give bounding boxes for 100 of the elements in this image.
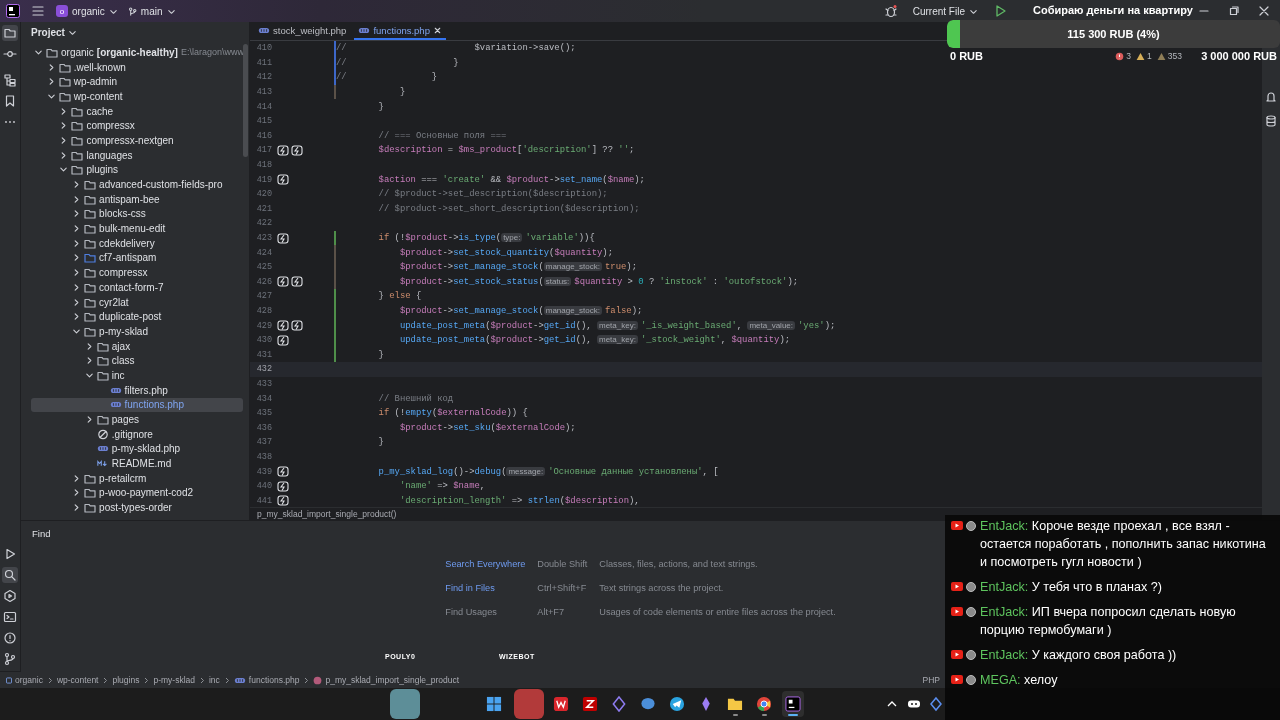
- tree-item[interactable]: languages: [31, 147, 243, 163]
- chevron-right-icon[interactable]: [72, 253, 82, 263]
- tree-item[interactable]: pages: [31, 412, 243, 427]
- tree-item[interactable]: class: [31, 353, 243, 369]
- git-icon[interactable]: [2, 651, 18, 667]
- bolt-icon[interactable]: [277, 495, 289, 507]
- chevron-right-icon[interactable]: [72, 488, 82, 498]
- project-selector[interactable]: o organic: [56, 5, 118, 17]
- change-marker[interactable]: [334, 70, 336, 85]
- services-icon[interactable]: [2, 588, 18, 604]
- chevron-right-icon[interactable]: [72, 503, 82, 513]
- tree-item[interactable]: bulk-menu-edit: [31, 221, 243, 236]
- chevron-right-icon[interactable]: [72, 180, 82, 190]
- taskbar-app[interactable]: [782, 691, 804, 717]
- breadcrumb-item[interactable]: inc: [209, 675, 220, 685]
- breadcrumb-item[interactable]: organic: [6, 675, 43, 685]
- chevron-right-icon[interactable]: [59, 135, 69, 145]
- tree-item[interactable]: ajax: [31, 338, 243, 354]
- chevron-right-icon[interactable]: [72, 238, 82, 248]
- tree-item[interactable]: advanced-custom-fields-pro: [31, 177, 243, 192]
- change-marker[interactable]: [334, 274, 336, 290]
- tree-item[interactable]: filters.php: [31, 382, 243, 398]
- chevron-right-icon[interactable]: [72, 473, 82, 483]
- tree-item[interactable]: .gitignore: [31, 426, 243, 442]
- problems-icon[interactable]: [2, 630, 18, 646]
- change-marker[interactable]: [334, 318, 336, 333]
- file-language[interactable]: PHP: [922, 675, 940, 685]
- action-link[interactable]: Find in Files: [445, 583, 538, 593]
- bolt-icon[interactable]: [277, 466, 289, 477]
- tree-item[interactable]: antispam-bee: [31, 191, 243, 207]
- chevron-right-icon[interactable]: [59, 150, 69, 160]
- tree-item[interactable]: duplicate-post: [31, 309, 243, 325]
- action-link[interactable]: Search Everywhere: [445, 559, 538, 569]
- tree-item[interactable]: cf7-antispam: [31, 250, 243, 266]
- chevron-right-icon[interactable]: [59, 106, 69, 116]
- change-marker[interactable]: [334, 41, 336, 56]
- breadcrumb-item[interactable]: p-my-sklad: [153, 675, 195, 685]
- chevron-right-icon[interactable]: [59, 121, 69, 131]
- breadcrumb-item[interactable]: plugins: [112, 675, 140, 685]
- bolt-icon[interactable]: [277, 144, 289, 156]
- tree-item[interactable]: cache: [31, 103, 243, 119]
- tree-item[interactable]: cdekdelivery: [31, 235, 243, 251]
- tree-item[interactable]: inc: [31, 368, 243, 383]
- chevron-right-icon[interactable]: [72, 268, 82, 278]
- chevron-down-icon[interactable]: [59, 165, 69, 175]
- change-marker[interactable]: [334, 230, 336, 246]
- tree-item[interactable]: .well-known: [31, 59, 243, 75]
- bolt-icon[interactable]: [291, 276, 303, 288]
- tree-item[interactable]: compressx: [31, 265, 243, 280]
- bolt-icon[interactable]: [291, 144, 303, 156]
- close-icon[interactable]: [432, 25, 442, 35]
- run-configuration-selector[interactable]: Current File: [912, 5, 978, 17]
- tree-item[interactable]: README.md: [31, 456, 243, 471]
- chevron-right-icon[interactable]: [72, 224, 82, 234]
- tree-item[interactable]: functions.php: [31, 397, 243, 413]
- tree-item[interactable]: plugins: [31, 162, 243, 178]
- chevron-right-icon[interactable]: [72, 312, 82, 322]
- file-tab[interactable]: stock_weight.php: [254, 22, 351, 40]
- breadcrumb-item[interactable]: p_my_sklad_import_single_product: [313, 675, 460, 685]
- bolt-icon[interactable]: [277, 276, 289, 288]
- bolt-icon[interactable]: [277, 174, 289, 186]
- tree-item[interactable]: contact-form-7: [31, 280, 243, 295]
- change-marker[interactable]: [334, 347, 336, 363]
- tree-item[interactable]: compressx-nextgen: [31, 133, 243, 148]
- change-marker[interactable]: [334, 245, 336, 260]
- change-marker[interactable]: [334, 289, 336, 304]
- chevron-right-icon[interactable]: [72, 194, 82, 204]
- structure-icon[interactable]: [2, 72, 18, 88]
- bolt-icon[interactable]: [277, 334, 289, 346]
- tree-item[interactable]: p-retailcrm: [31, 470, 243, 486]
- change-marker[interactable]: [334, 259, 336, 275]
- menu-icon[interactable]: [30, 3, 46, 19]
- tree-item[interactable]: blocks-css: [31, 206, 243, 222]
- change-marker[interactable]: [334, 55, 336, 71]
- tree-item[interactable]: post-types-order: [31, 500, 243, 515]
- change-marker[interactable]: [334, 303, 336, 319]
- breadcrumb-item[interactable]: wp-content: [56, 675, 99, 685]
- file-tab[interactable]: functions.php: [354, 22, 446, 40]
- terminal-icon[interactable]: [2, 609, 18, 625]
- tree-item[interactable]: wp-content: [31, 89, 243, 104]
- tree-item[interactable]: p-my-sklad: [31, 324, 243, 339]
- bolt-icon[interactable]: [277, 232, 289, 244]
- tree-item[interactable]: compressx: [31, 118, 243, 134]
- tree-item[interactable]: cyr2lat: [31, 294, 243, 310]
- scrollbar-thumb[interactable]: [243, 44, 248, 157]
- change-marker[interactable]: [334, 332, 336, 348]
- chevron-right-icon[interactable]: [72, 297, 82, 307]
- tree-item[interactable]: organic [organic-healthy] E:\laragon\www: [31, 45, 243, 60]
- folder-icon[interactable]: [2, 25, 18, 41]
- chevron-right-icon[interactable]: [72, 282, 82, 292]
- chevron-right-icon[interactable]: [72, 209, 82, 219]
- bolt-icon[interactable]: [291, 320, 303, 332]
- change-marker[interactable]: [334, 84, 336, 100]
- diamond-icon[interactable]: [928, 696, 944, 712]
- tree-item[interactable]: p-my-sklad.php: [31, 441, 243, 457]
- search-icon[interactable]: [2, 567, 18, 583]
- database-icon[interactable]: [1263, 113, 1279, 129]
- bolt-icon[interactable]: [277, 480, 289, 492]
- tree-item[interactable]: wp-admin: [31, 74, 243, 90]
- bolt-icon[interactable]: [277, 320, 289, 332]
